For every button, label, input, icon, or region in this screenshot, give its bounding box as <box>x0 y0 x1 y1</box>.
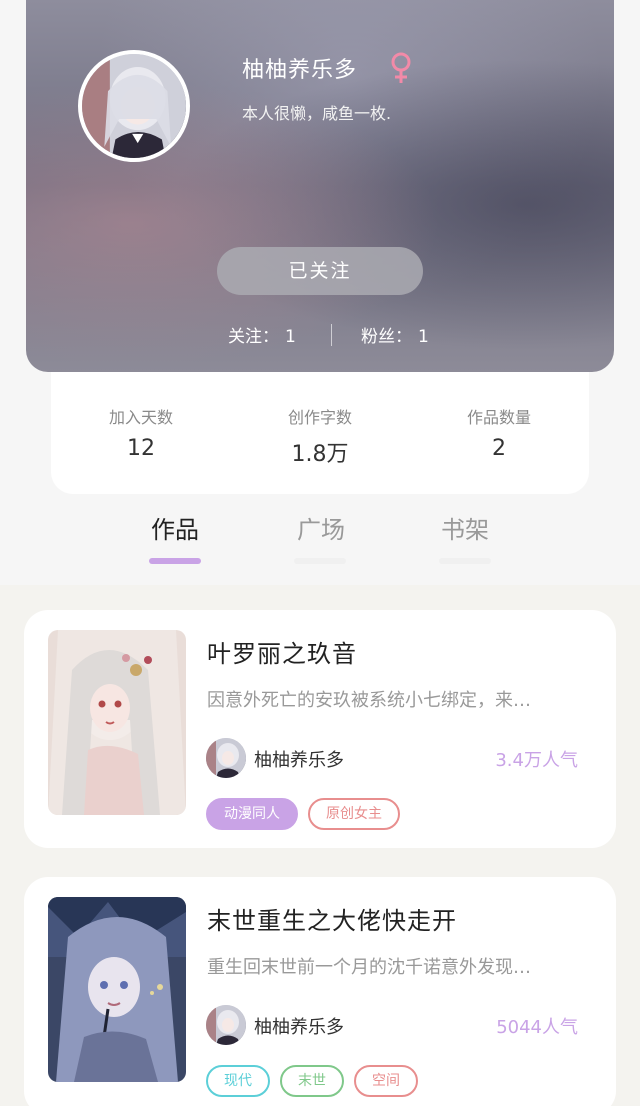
work-description: 因意外死亡的安玖被系统小七绑定，来… <box>207 690 531 711</box>
work-author-row: 柚柚养乐多 3.4万人气 <box>206 738 578 778</box>
work-cover-image[interactable] <box>48 630 186 815</box>
author-name[interactable]: 柚柚养乐多 <box>254 1013 344 1039</box>
work-card[interactable]: 叶罗丽之玖音 因意外死亡的安玖被系统小七绑定，来… 柚柚养乐多 3.4万人气 动… <box>24 610 616 848</box>
tab-works[interactable]: 作品 <box>135 510 215 545</box>
follow-stats: 关注： 1 粉丝： 1 <box>26 318 614 348</box>
stat-word-count: 创作字数 1.8万 <box>250 404 390 468</box>
stat-label: 创作字数 <box>287 408 352 427</box>
creator-stats-card: 加入天数 12 创作字数 1.8万 作品数量 2 <box>51 372 589 494</box>
work-description: 重生回末世前一个月的沈千诺意外发现… <box>207 957 531 978</box>
tab-square[interactable]: 广场 <box>281 510 361 545</box>
fans-count[interactable]: 粉丝： 1 <box>361 322 429 347</box>
tag-apocalypse[interactable]: 末世 <box>280 1065 344 1097</box>
stat-label: 作品数量 <box>466 408 531 427</box>
stat-join-days: 加入天数 12 <box>71 404 211 461</box>
following-value: 1 <box>285 327 296 347</box>
tab-bookshelf-indicator <box>439 558 491 564</box>
tab-works-indicator <box>149 558 201 564</box>
follow-status-button[interactable]: 已关注 <box>217 247 423 295</box>
stat-value: 12 <box>127 436 155 461</box>
user-name: 柚柚养乐多 <box>242 58 358 83</box>
work-tags: 现代 末世 空间 <box>206 1065 428 1097</box>
author-name[interactable]: 柚柚养乐多 <box>254 746 344 772</box>
profile-avatar[interactable] <box>78 50 190 162</box>
following-count[interactable]: 关注： 1 <box>228 322 296 347</box>
work-card[interactable]: 末世重生之大佬快走开 重生回末世前一个月的沈千诺意外发现… 柚柚养乐多 5044… <box>24 877 616 1106</box>
profile-hero-banner: 柚柚养乐多 本人很懒，咸鱼一枚. 已关注 关注： 1 粉丝： 1 <box>26 0 614 372</box>
popularity-count: 3.4万人气 <box>495 750 578 771</box>
avatar-illustration <box>82 54 186 158</box>
profile-tabs: 作品 广场 书架 <box>0 510 640 570</box>
fans-value: 1 <box>418 327 429 347</box>
work-author-row: 柚柚养乐多 5044人气 <box>206 1005 578 1045</box>
tab-bookshelf[interactable]: 书架 <box>425 510 505 545</box>
tag-space[interactable]: 空间 <box>354 1065 418 1097</box>
work-cover-image[interactable] <box>48 897 186 1082</box>
author-avatar[interactable] <box>206 1005 246 1045</box>
work-title[interactable]: 末世重生之大佬快走开 <box>207 901 457 936</box>
fans-label: 粉丝： <box>361 327 412 347</box>
tag-anime-fanfic[interactable]: 动漫同人 <box>206 798 298 830</box>
female-icon <box>388 52 414 84</box>
work-title[interactable]: 叶罗丽之玖音 <box>207 634 357 669</box>
following-label: 关注： <box>228 327 279 347</box>
author-avatar[interactable] <box>206 738 246 778</box>
tag-modern[interactable]: 现代 <box>206 1065 270 1097</box>
stat-label: 加入天数 <box>108 408 173 427</box>
stat-value: 1.8万 <box>291 442 349 467</box>
profile-header-area: 柚柚养乐多 本人很懒，咸鱼一枚. 已关注 关注： 1 粉丝： 1 加入天数 12 创 <box>0 0 640 585</box>
tab-square-indicator <box>294 558 346 564</box>
user-bio: 本人很懒，咸鱼一枚. <box>242 104 392 123</box>
stat-value: 2 <box>492 436 506 461</box>
popularity-count: 5044人气 <box>496 1017 578 1038</box>
stats-divider <box>331 324 332 346</box>
stat-works-count: 作品数量 2 <box>429 404 569 461</box>
work-tags: 动漫同人 原创女主 <box>206 798 410 830</box>
tag-original-heroine[interactable]: 原创女主 <box>308 798 400 830</box>
